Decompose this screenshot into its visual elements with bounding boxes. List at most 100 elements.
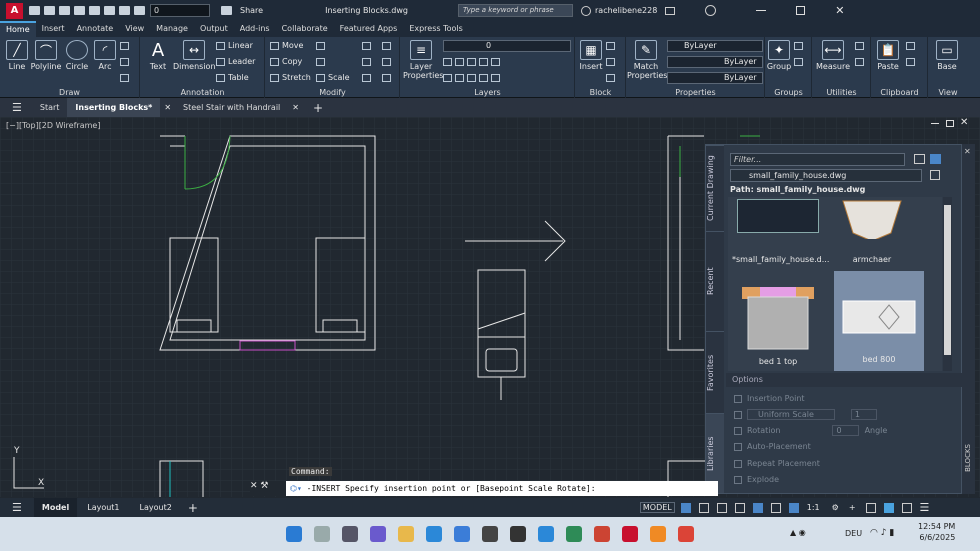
user-name[interactable]: rachelibene228 xyxy=(595,6,657,15)
utilities-panel-title[interactable]: Utilities xyxy=(813,88,870,97)
linetype-dropdown[interactable]: ByLayer xyxy=(667,56,763,68)
close-tab-icon[interactable]: ✕ xyxy=(164,103,171,112)
autocad-taskbar-icon[interactable] xyxy=(622,526,638,542)
layer-quick-select[interactable]: 0 xyxy=(150,4,210,17)
annotation-panel-title[interactable]: Annotation xyxy=(141,88,264,97)
match-properties-button[interactable]: ✎ Match Properties xyxy=(627,40,667,80)
linear-button[interactable]: Linear xyxy=(216,41,253,50)
task-view-icon[interactable] xyxy=(342,526,358,542)
clock[interactable]: 12:54 PM 6/6/2025 xyxy=(918,521,955,543)
explode-icon[interactable] xyxy=(382,57,394,66)
table-button[interactable]: Table xyxy=(216,73,249,82)
draw-panel-title[interactable]: Draw xyxy=(0,88,139,97)
hatch-icon[interactable] xyxy=(120,57,132,66)
snap-icon[interactable] xyxy=(698,502,709,513)
group-edit-icon[interactable] xyxy=(794,57,806,66)
mirror-button[interactable] xyxy=(316,57,328,66)
option-uniform-scale[interactable]: Uniform Scale 1 xyxy=(734,409,877,420)
network-icon[interactable]: ◠ ♪ ▮ xyxy=(870,528,894,538)
stretch-button[interactable]: Stretch xyxy=(270,73,311,82)
gallery-scrollbar[interactable] xyxy=(943,197,952,371)
tab-annotate[interactable]: Annotate xyxy=(71,21,120,37)
store-icon[interactable] xyxy=(482,526,498,542)
create-block-icon[interactable] xyxy=(606,41,618,50)
help-icon[interactable] xyxy=(705,5,717,16)
open-file-icon[interactable] xyxy=(44,6,55,15)
view-options-icon[interactable] xyxy=(914,154,925,164)
app-icon[interactable] xyxy=(566,526,582,542)
edit-block-icon[interactable] xyxy=(606,57,618,66)
dimension-button[interactable]: ↔ Dimension xyxy=(173,40,216,71)
tab-collaborate[interactable]: Collaborate xyxy=(276,21,334,37)
search-icon[interactable] xyxy=(314,526,330,542)
tab-view[interactable]: View xyxy=(119,21,150,37)
copy-clip-icon[interactable] xyxy=(906,57,918,66)
ortho-icon[interactable] xyxy=(716,502,727,513)
mail-icon[interactable] xyxy=(454,526,470,542)
app-icon-2[interactable] xyxy=(594,526,610,542)
command-line-input[interactable]: ⌬▾ -INSERT Specify insertion point or [B… xyxy=(286,481,718,496)
lightbulb-icon[interactable] xyxy=(134,6,145,15)
rotate-button[interactable] xyxy=(316,41,328,50)
tab-output[interactable]: Output xyxy=(194,21,234,37)
palette-tab-current[interactable]: Current Drawing xyxy=(706,145,724,231)
start-icon[interactable] xyxy=(286,526,302,542)
folder-icon[interactable] xyxy=(930,170,940,180)
rotation-value[interactable]: 0 xyxy=(832,425,859,436)
viewport-minimize[interactable] xyxy=(931,123,939,124)
rectangle-icon[interactable] xyxy=(120,41,132,50)
library-file-dropdown[interactable]: small_family_house.dwg xyxy=(730,169,922,182)
options-header[interactable]: Options xyxy=(726,373,962,387)
arc-button[interactable]: ◜ Arc xyxy=(93,40,117,71)
grid-icon[interactable] xyxy=(680,502,691,513)
tab-featured-apps[interactable]: Featured Apps xyxy=(334,21,404,37)
insert-button[interactable]: ▦ Insert xyxy=(578,40,604,71)
measure-button[interactable]: ⟷ Measure xyxy=(815,40,851,71)
blocks-palette[interactable]: Current Drawing Recent Favorites Librari… xyxy=(705,144,962,494)
ellipse-icon[interactable] xyxy=(120,73,132,82)
fullscreen-icon[interactable] xyxy=(901,502,912,513)
group-button[interactable]: ✦ Group xyxy=(766,40,792,71)
annotation-scale-icon[interactable] xyxy=(788,502,799,513)
tab-layout2[interactable]: Layout2 xyxy=(130,503,182,512)
modify-panel-title[interactable]: Modify xyxy=(266,88,399,97)
block-thumb-bed-1-top[interactable]: bed 1 top xyxy=(732,285,824,366)
option-rotation[interactable]: Rotation 0 Angle xyxy=(734,425,887,436)
block-thumb-armchaer[interactable]: armchaer xyxy=(832,199,912,264)
option-insertion-point[interactable]: Insertion Point xyxy=(734,394,805,403)
attribute-icon[interactable] xyxy=(606,73,618,82)
isolate-icon[interactable] xyxy=(865,502,876,513)
add-icon[interactable]: + xyxy=(849,503,856,512)
lineweight-icon[interactable] xyxy=(770,502,781,513)
new-layout-icon[interactable]: + xyxy=(188,501,198,515)
save-icon[interactable] xyxy=(59,6,70,15)
block-thumb-house[interactable]: *small_family_house.d... xyxy=(732,199,829,264)
polyline-button[interactable]: ⌒ Polyline xyxy=(30,40,62,71)
undo-icon[interactable] xyxy=(104,6,115,15)
tab-model[interactable]: Model xyxy=(33,498,78,517)
user-icon[interactable] xyxy=(581,5,591,16)
language-indicator[interactable]: DEU xyxy=(845,529,862,538)
new-tab-icon[interactable]: + xyxy=(313,101,323,115)
share-button[interactable]: Share xyxy=(240,6,263,15)
chat-icon[interactable] xyxy=(370,526,386,542)
tab-express-tools[interactable]: Express Tools xyxy=(403,21,469,37)
chrome-icon[interactable] xyxy=(678,526,694,542)
clipboard-panel-title[interactable]: Clipboard xyxy=(872,88,927,97)
osnap-icon[interactable] xyxy=(752,502,763,513)
base-button[interactable]: ▭ Base xyxy=(931,40,963,71)
media-icon[interactable] xyxy=(510,526,526,542)
scale-button[interactable]: Scale xyxy=(316,73,350,82)
tab-manage[interactable]: Manage xyxy=(150,21,194,37)
properties-panel-title[interactable]: Properties xyxy=(627,88,764,97)
tab-start[interactable]: Start xyxy=(32,98,68,117)
browser-icon[interactable] xyxy=(538,526,554,542)
copy-button[interactable]: Copy xyxy=(270,57,302,66)
gallery-scroll-thumb[interactable] xyxy=(944,205,951,355)
lineweight-dropdown[interactable]: ByLayer xyxy=(667,72,763,84)
view-panel-title[interactable]: View xyxy=(929,88,967,97)
block-panel-title[interactable]: Block xyxy=(576,88,625,97)
model-space-button[interactable]: MODEL xyxy=(639,502,675,513)
circle-button[interactable]: Circle xyxy=(63,40,91,71)
layer-dropdown[interactable]: 0 xyxy=(443,40,571,52)
